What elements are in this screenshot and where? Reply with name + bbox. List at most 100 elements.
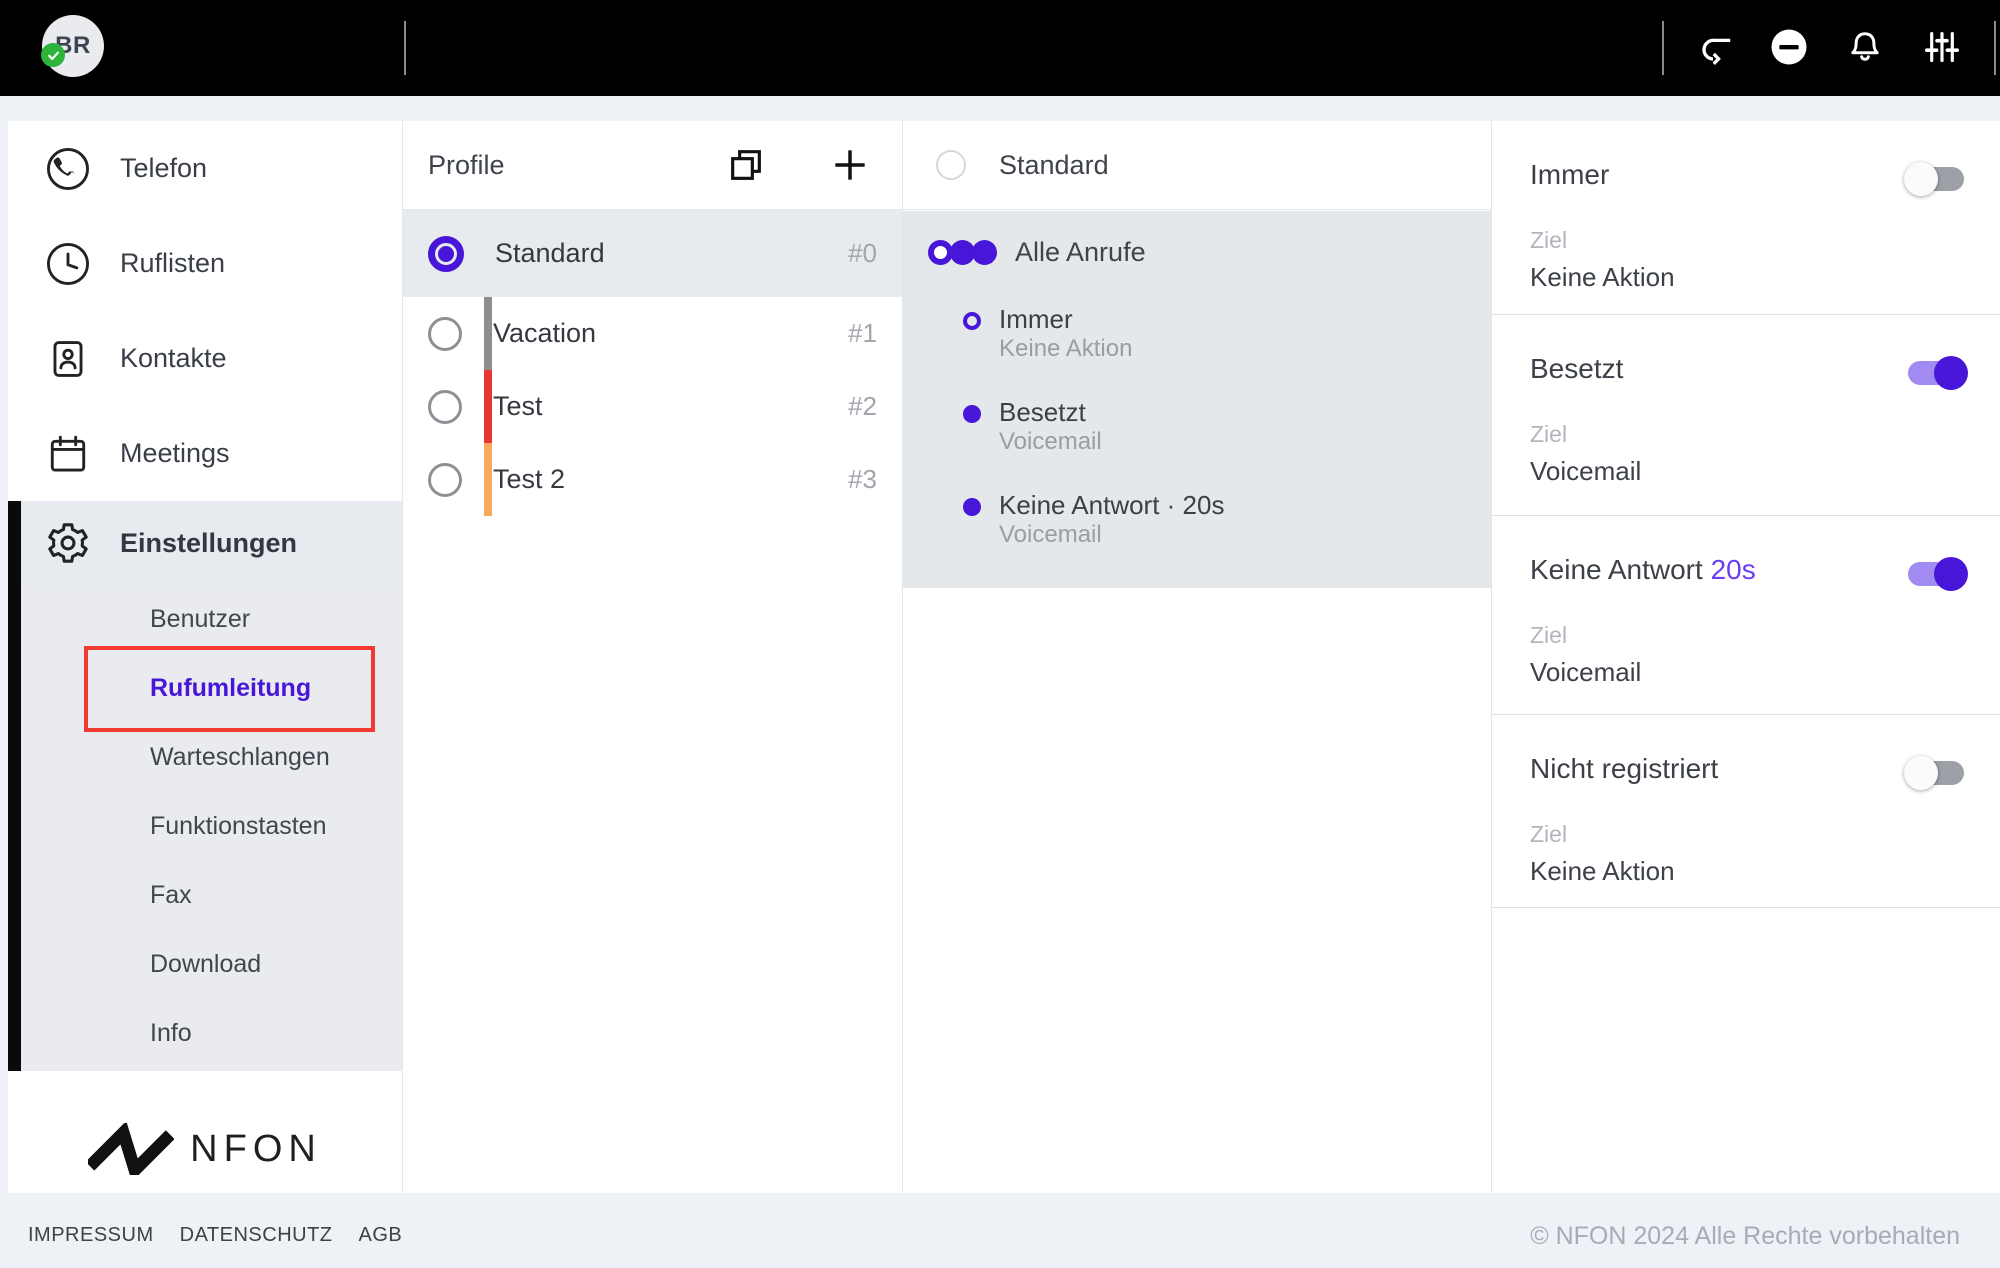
sidebar-item-ruflisten[interactable]: Ruflisten: [8, 216, 402, 311]
footer-links: IMPRESSUM DATENSCHUTZ AGB: [28, 1224, 402, 1247]
toggle-knob: [1904, 162, 1938, 196]
footer-link-agb[interactable]: AGB: [359, 1224, 403, 1247]
add-profile-button[interactable]: [828, 143, 872, 187]
settings-sliders-icon: [1923, 28, 1961, 66]
phone-icon: [45, 146, 91, 192]
notifications-bell-icon: [1846, 28, 1884, 66]
rule-immer[interactable]: Immer Keine Aktion: [963, 304, 1132, 364]
sidebar-item-meetings[interactable]: Meetings: [8, 406, 402, 501]
rule-bullet: [963, 498, 981, 516]
redirect-button[interactable]: [1694, 25, 1738, 69]
duplicate-icon: [726, 145, 766, 185]
section-title: Keine Antwort 20s: [1530, 554, 1756, 586]
profile-row-test[interactable]: Test #2: [403, 370, 902, 443]
toggle-knob: [1904, 756, 1938, 790]
profile-color-bar: [484, 297, 492, 370]
sidebar-item-einstellungen[interactable]: Einstellungen: [8, 501, 402, 585]
profile-name: Test 2: [493, 464, 565, 495]
section-nicht-registriert: Nicht registriert Ziel Keine Aktion: [1492, 715, 2000, 908]
profile-row-test-2[interactable]: Test 2 #3: [403, 443, 902, 516]
immer-toggle[interactable]: [1908, 167, 1964, 191]
profile-radio[interactable]: [428, 463, 462, 497]
settings-section: Einstellungen Benutzer Rufumleitung Wart…: [8, 501, 402, 1071]
profile-number: #3: [848, 464, 877, 495]
submenu-item-download[interactable]: Download: [8, 930, 402, 999]
topbar: BR: [0, 0, 2000, 96]
copyright-text: © NFON 2024 Alle Rechte vorbehalten: [1530, 1222, 1960, 1251]
all-calls-icon: [928, 240, 997, 265]
profile-number: #0: [848, 238, 877, 269]
rule-subtitle: Voicemail: [999, 427, 1102, 457]
nicht-registriert-toggle[interactable]: [1908, 761, 1964, 785]
tuning-button[interactable]: [1920, 25, 1964, 69]
profile-radio[interactable]: [428, 317, 462, 351]
profile-status-circle: [936, 150, 966, 180]
keine-antwort-toggle[interactable]: [1908, 562, 1964, 586]
topbar-divider: [1994, 21, 1996, 75]
submenu-item-warteschlangen[interactable]: Warteschlangen: [8, 723, 402, 792]
besetzt-toggle[interactable]: [1908, 361, 1964, 385]
profile-number: #2: [848, 391, 877, 422]
topbar-divider: [1662, 21, 1664, 75]
section-title: Immer: [1530, 159, 1609, 191]
notifications-button[interactable]: [1843, 25, 1887, 69]
submenu-label: Rufumleitung: [150, 674, 311, 703]
rule-subtitle: Voicemail: [999, 520, 1224, 550]
duplicate-profile-button[interactable]: [726, 145, 766, 185]
ziel-label: Ziel: [1530, 227, 1567, 254]
nfon-logo: NFON: [8, 1123, 402, 1175]
all-calls-label: Alle Anrufe: [1015, 237, 1146, 268]
profile-radio[interactable]: [428, 236, 464, 272]
submenu-item-funktionstasten[interactable]: Funktionstasten: [8, 792, 402, 861]
sidebar-item-label: Kontakte: [120, 343, 227, 374]
do-not-disturb-button[interactable]: [1767, 25, 1811, 69]
submenu-item-benutzer[interactable]: Benutzer: [8, 585, 402, 654]
profile-detail-column: Standard Alle Anrufe Immer Keine Aktion …: [903, 121, 1492, 1193]
section-keine-antwort: Keine Antwort 20s Ziel Voicemail: [1492, 516, 2000, 715]
submenu-label: Fax: [150, 881, 192, 910]
profile-row-vacation[interactable]: Vacation #1: [403, 297, 902, 370]
profiles-column: Profile Standard #0 Vacation #1 Test #2: [403, 121, 903, 1193]
sidebar: Telefon Ruflisten Kontakte Meetings: [8, 121, 403, 1193]
submenu-label: Funktionstasten: [150, 812, 327, 841]
calendar-icon: [45, 431, 91, 477]
rule-bullet: [963, 405, 981, 423]
contact-card-icon: [45, 336, 91, 382]
submenu-item-fax[interactable]: Fax: [8, 861, 402, 930]
ziel-value: Voicemail: [1530, 456, 1641, 487]
section-title: Nicht registriert: [1530, 753, 1718, 785]
nfon-logo-mark: [88, 1123, 174, 1175]
submenu-label: Download: [150, 950, 261, 979]
sidebar-item-label: Meetings: [120, 438, 230, 469]
footer-link-datenschutz[interactable]: DATENSCHUTZ: [180, 1224, 333, 1247]
sidebar-item-label: Ruflisten: [120, 248, 225, 279]
rule-subtitle: Keine Aktion: [999, 334, 1132, 364]
redirect-icon: [1697, 28, 1735, 66]
rule-besetzt[interactable]: Besetzt Voicemail: [963, 397, 1102, 457]
ziel-label: Ziel: [1530, 421, 1567, 448]
timeout-value[interactable]: 20s: [1711, 554, 1756, 585]
footer-link-impressum[interactable]: IMPRESSUM: [28, 1224, 154, 1247]
sidebar-item-telefon[interactable]: Telefon: [8, 121, 402, 216]
rule-bullet: [963, 312, 981, 330]
rule-title: Keine Antwort · 20s: [999, 490, 1224, 520]
rule-keine-antwort[interactable]: Keine Antwort · 20s Voicemail: [963, 490, 1224, 550]
all-calls-group[interactable]: Alle Anrufe: [928, 237, 1146, 268]
profiles-title: Profile: [428, 150, 726, 181]
sidebar-item-label: Einstellungen: [120, 528, 297, 559]
ziel-value: Voicemail: [1530, 657, 1641, 688]
sidebar-item-kontakte[interactable]: Kontakte: [8, 311, 402, 406]
ziel-value: Keine Aktion: [1530, 856, 1675, 887]
toggle-knob: [1934, 557, 1968, 591]
profile-radio[interactable]: [428, 390, 462, 424]
submenu-item-info[interactable]: Info: [8, 999, 402, 1068]
clock-icon: [45, 241, 91, 287]
section-besetzt: Besetzt Ziel Voicemail: [1492, 315, 2000, 516]
ziel-value: Keine Aktion: [1530, 262, 1675, 293]
profile-name: Test: [493, 391, 543, 422]
forwarding-settings-column: Immer Ziel Keine Aktion Besetzt Ziel Voi…: [1492, 121, 2000, 1193]
profile-row-standard[interactable]: Standard #0: [403, 210, 902, 297]
submenu-item-rufumleitung[interactable]: Rufumleitung: [8, 654, 402, 723]
profile-number: #1: [848, 318, 877, 349]
detail-header: Standard: [903, 121, 1491, 210]
